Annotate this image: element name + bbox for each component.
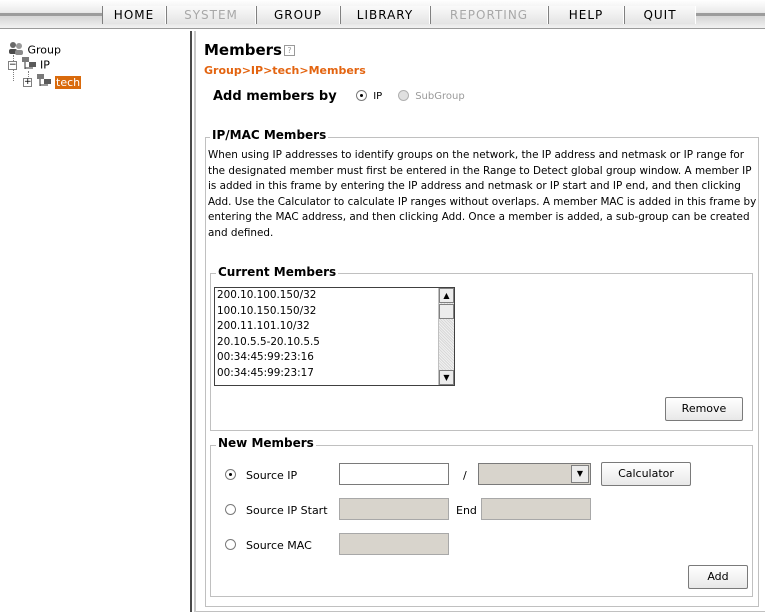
source-ip-radio[interactable]: [225, 469, 236, 480]
menu-reporting: REPORTING: [430, 6, 548, 24]
source-mac-radio[interactable]: [225, 539, 236, 550]
current-members-legend: Current Members: [216, 265, 339, 279]
radio-subgroup: SubGroup: [398, 90, 465, 102]
help-icon[interactable]: ?: [283, 45, 295, 56]
source-mac-label: Source MAC: [246, 539, 312, 552]
netmask-select[interactable]: ▼: [478, 463, 591, 485]
source-ip-end-input: [481, 498, 591, 520]
breadcrumb[interactable]: Group>IP>tech>Members: [204, 64, 366, 77]
source-ip-input[interactable]: [339, 463, 449, 485]
list-item[interactable]: 00:34:45:99:23:16: [215, 350, 454, 366]
group-tree-pane: Group − IP + tech: [0, 31, 192, 612]
source-ip-start-label: Source IP Start: [246, 504, 328, 517]
page-title-text: Members: [204, 41, 282, 59]
menu-rail: [0, 13, 102, 16]
list-item[interactable]: 100.10.150.150/32: [215, 304, 454, 320]
page-title: Members?: [204, 41, 295, 59]
radio-disabled-icon: [398, 90, 409, 101]
radio-ip-label: IP: [373, 90, 383, 102]
remove-button[interactable]: Remove: [665, 397, 743, 421]
ipmac-members-legend: IP/MAC Members: [210, 128, 329, 142]
source-mac-input: [339, 533, 449, 555]
tree-node-group[interactable]: Group: [8, 41, 61, 57]
menu-help[interactable]: HELP: [548, 6, 624, 24]
list-item[interactable]: 200.11.101.10/32: [215, 319, 454, 335]
pane-splitter[interactable]: [194, 31, 196, 612]
netmask-separator: /: [463, 469, 467, 482]
ipmac-description: When using IP addresses to identify grou…: [208, 149, 757, 239]
current-members-list[interactable]: 200.10.100.150/32 100.10.150.150/32 200.…: [214, 287, 455, 386]
add-button[interactable]: Add: [688, 565, 748, 589]
scroll-up-icon[interactable]: ▲: [439, 288, 454, 303]
source-ip-start-radio[interactable]: [225, 504, 236, 515]
radio-selected-icon[interactable]: [356, 90, 367, 101]
scroll-thumb[interactable]: [439, 304, 454, 319]
list-item[interactable]: 20.10.5.5-20.10.5.5: [215, 335, 454, 351]
calculator-button[interactable]: Calculator: [601, 462, 691, 486]
top-menu-bar: HOME SYSTEM GROUP LIBRARY REPORTING HELP…: [0, 0, 765, 29]
scroll-down-icon[interactable]: ▼: [439, 370, 454, 385]
tree-node-ip[interactable]: − IP: [8, 56, 50, 72]
menu-home[interactable]: HOME: [102, 6, 166, 24]
source-ip-label: Source IP: [246, 469, 298, 482]
radio-ip[interactable]: IP: [356, 90, 382, 102]
list-item[interactable]: 200.10.100.150/32: [215, 288, 454, 304]
list-item[interactable]: 00:34:45:99:23:17: [215, 366, 454, 382]
list-scrollbar[interactable]: ▲ ▼: [438, 288, 454, 385]
new-members-legend: New Members: [216, 436, 316, 450]
tree-node-label-selected: tech: [55, 75, 82, 89]
add-members-by-label: Add members by: [213, 89, 337, 104]
collapse-icon[interactable]: −: [8, 61, 17, 70]
menu-group[interactable]: GROUP: [256, 6, 340, 24]
end-label: End: [456, 504, 477, 517]
tree-node-tech[interactable]: + tech: [23, 73, 82, 92]
source-ip-start-input: [339, 498, 449, 520]
tree-node-label: Group: [27, 43, 62, 57]
tree-node-label: IP: [40, 58, 50, 72]
menu-system: SYSTEM: [166, 6, 256, 24]
radio-subgroup-label: SubGroup: [415, 90, 465, 102]
network-icon: [36, 73, 52, 92]
expand-icon[interactable]: +: [23, 78, 32, 87]
chevron-down-icon[interactable]: ▼: [571, 465, 589, 483]
menu-quit[interactable]: QUIT: [624, 6, 696, 24]
menu-library[interactable]: LIBRARY: [340, 6, 430, 24]
menu-rail: [696, 13, 765, 16]
